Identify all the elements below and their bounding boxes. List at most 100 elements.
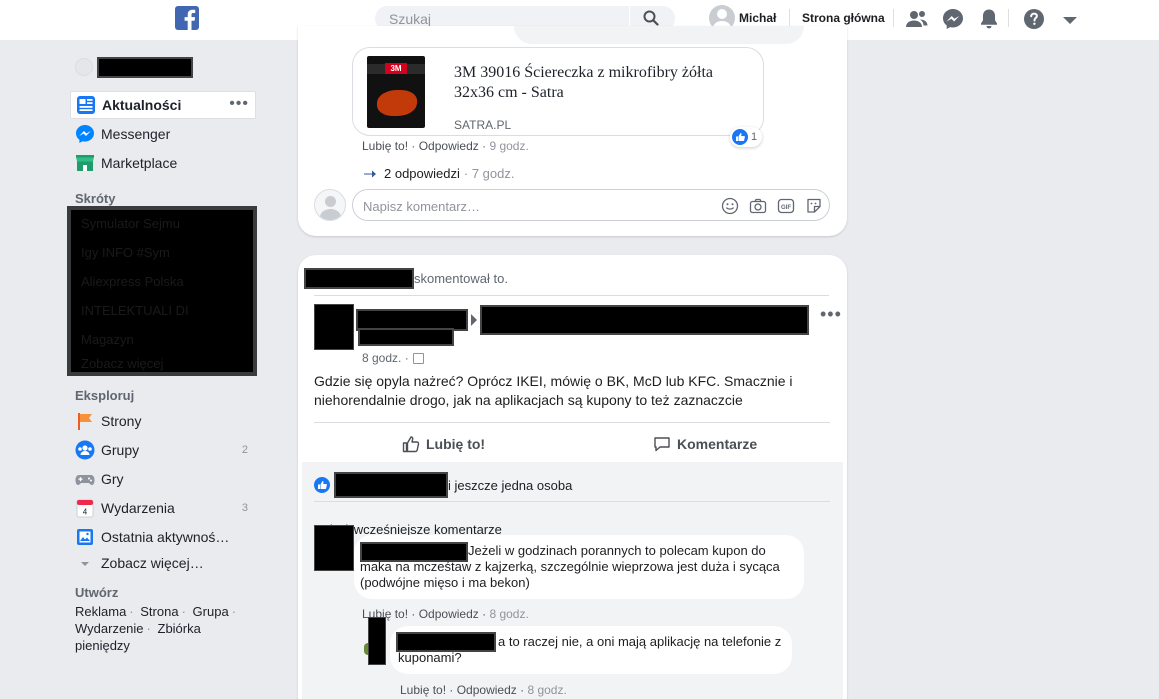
sidebar-item-marketplace[interactable]: Marketplace xyxy=(70,149,256,177)
sidebar-profile-link[interactable] xyxy=(75,56,193,78)
sidebar-item-events[interactable]: 4 Wydarzenia 3 xyxy=(70,494,256,522)
reply-arrow-icon xyxy=(364,170,376,177)
redacted-author-name[interactable] xyxy=(356,309,468,331)
news-feed-icon xyxy=(76,95,96,115)
shortcut-item[interactable]: Igy INFO #Sym xyxy=(81,245,170,260)
commenter-avatar[interactable] xyxy=(314,525,354,571)
create-links: Reklama · Strona · Grupa · Wydarzenie · Zbió… xyxy=(75,604,237,653)
comment-input[interactable] xyxy=(363,196,693,216)
comment-input-wrapper: GIF xyxy=(352,189,830,221)
redacted-reply-author-name[interactable] xyxy=(396,632,496,652)
sidebar-item-see-more[interactable]: Zobacz więcej… xyxy=(70,549,256,577)
activity-log-icon xyxy=(75,527,95,547)
sidebar-item-messenger[interactable]: Messenger xyxy=(70,120,256,148)
comment-actions: Lubię to! · Odpowiedz · 9 godz. xyxy=(362,139,529,153)
messenger-icon xyxy=(75,124,95,144)
like-link[interactable]: Lubię to! xyxy=(400,683,446,697)
divider xyxy=(789,9,790,27)
avatar xyxy=(314,189,346,221)
svg-text:4: 4 xyxy=(83,508,88,517)
create-page-link[interactable]: Strona xyxy=(140,604,178,619)
reply-timestamp[interactable]: 8 godz. xyxy=(527,683,566,697)
shortcut-item[interactable]: Magazyn xyxy=(81,332,134,347)
reply-bubble: a to raczej nie, a oni mają aplikację na… xyxy=(390,626,792,674)
link-preview[interactable]: 3M 3M 39016 Ściereczka z mikrofibry żółt… xyxy=(352,47,764,136)
reaction-count: 1 xyxy=(751,131,758,143)
sidebar-item-news-feed[interactable]: Aktualności ••• xyxy=(70,91,256,119)
calendar-icon: 4 xyxy=(75,498,95,518)
reaction-count-badge[interactable]: 1 xyxy=(730,127,763,147)
post-author-avatar[interactable] xyxy=(314,304,354,350)
write-comment-box: GIF xyxy=(314,189,830,222)
replies-count-label: 2 odpowiedzi xyxy=(384,166,460,181)
post-options-icon[interactable]: ••• xyxy=(820,305,842,323)
comment-timestamp[interactable]: 8 godz. xyxy=(489,607,528,621)
create-heading: Utwórz xyxy=(75,585,119,600)
facebook-logo-icon[interactable] xyxy=(175,6,199,30)
like-link[interactable]: Lubię to! xyxy=(362,139,408,153)
notifications-bell-icon[interactable] xyxy=(977,7,1001,31)
create-group-link[interactable]: Grupa xyxy=(193,604,229,619)
sidebar-item-games[interactable]: Gry xyxy=(70,465,256,493)
sidebar-item-groups[interactable]: Grupy 2 xyxy=(70,436,256,464)
sidebar-item-activity-log[interactable]: Ostatnia aktywnoś… xyxy=(70,523,256,551)
home-link[interactable]: Strona główna xyxy=(802,11,885,25)
likes-summary-text: i jeszcze jedna osoba xyxy=(448,477,573,493)
comment-button[interactable]: Komentarze xyxy=(653,433,757,455)
divider xyxy=(1008,9,1009,27)
comment-timestamp[interactable]: 9 godz. xyxy=(489,139,528,153)
create-ad-link[interactable]: Reklama xyxy=(75,604,126,619)
reply-link[interactable]: Odpowiedz xyxy=(419,139,479,153)
groups-count-badge: 2 xyxy=(241,444,248,456)
shortcut-see-more[interactable]: Zobacz więcej xyxy=(81,356,163,371)
shortcut-item[interactable]: INTELEKTUALI DI xyxy=(81,303,189,318)
like-button[interactable]: Lubię to! xyxy=(402,433,485,455)
redacted-user-name[interactable] xyxy=(304,268,414,289)
audience-icon xyxy=(412,352,424,364)
redacted-commenter-name[interactable] xyxy=(360,542,468,562)
like-reaction-icon xyxy=(314,477,330,493)
redacted-profile-name xyxy=(97,56,193,78)
gamepad-icon xyxy=(75,469,95,489)
reply-author-avatar[interactable] xyxy=(368,617,386,665)
comment-input-tools: GIF xyxy=(721,197,823,215)
messenger-icon[interactable] xyxy=(941,7,965,31)
sticker-icon[interactable] xyxy=(805,197,823,215)
profile-name: Michał xyxy=(739,11,777,25)
divider xyxy=(893,9,894,27)
account-menu-chevron-down-icon[interactable] xyxy=(1060,7,1084,31)
post-timestamp[interactable]: 8 godz. · xyxy=(362,351,424,365)
friend-requests-icon[interactable] xyxy=(905,7,929,31)
marketplace-icon xyxy=(75,153,95,173)
comment-bubble-icon xyxy=(654,437,670,452)
link-preview-thumbnail: 3M xyxy=(367,56,425,128)
sidebar-item-pages[interactable]: Strony xyxy=(70,407,256,435)
link-preview-title: 3M 39016 Ściereczka z mikrofibry żółta 3… xyxy=(454,64,714,101)
sidebar-item-label: Strony xyxy=(101,413,142,429)
shortcut-item[interactable]: Symulator Sejmu xyxy=(81,216,180,231)
shared-to-arrow-icon xyxy=(471,314,477,326)
activity-header: skomentował to. xyxy=(304,268,508,289)
help-icon[interactable] xyxy=(1022,7,1046,31)
reply-link[interactable]: Odpowiedz xyxy=(419,607,479,621)
comments-section: i jeszcze jedna osoba Pokaż wcześniejsze… xyxy=(302,462,843,699)
divider xyxy=(314,501,830,502)
camera-icon[interactable] xyxy=(749,197,767,215)
redacted-group-name[interactable] xyxy=(480,305,809,335)
gif-icon[interactable]: GIF xyxy=(777,197,795,215)
pages-flag-icon xyxy=(75,411,95,431)
likes-summary[interactable]: i jeszcze jedna osoba xyxy=(314,472,573,498)
redacted-liker-name[interactable] xyxy=(334,472,448,498)
events-count-badge: 3 xyxy=(241,502,248,514)
sidebar-item-label: Messenger xyxy=(101,126,171,142)
view-replies-link[interactable]: 2 odpowiedzi · 7 godz. xyxy=(364,166,515,181)
more-options-icon[interactable]: ••• xyxy=(229,96,249,112)
emoji-icon[interactable] xyxy=(721,197,739,215)
feed-post-card: skomentował to. 8 godz. · ••• Gdzie się … xyxy=(298,255,847,699)
chevron-down-icon xyxy=(75,553,95,573)
sidebar-item-label: Marketplace xyxy=(101,155,178,171)
shortcut-item[interactable]: Aliexpress Polska xyxy=(81,274,184,289)
create-event-link[interactable]: Wydarzenie xyxy=(75,621,144,636)
sidebar-item-label: Wydarzenia xyxy=(101,500,175,516)
reply-link[interactable]: Odpowiedz xyxy=(457,683,517,697)
